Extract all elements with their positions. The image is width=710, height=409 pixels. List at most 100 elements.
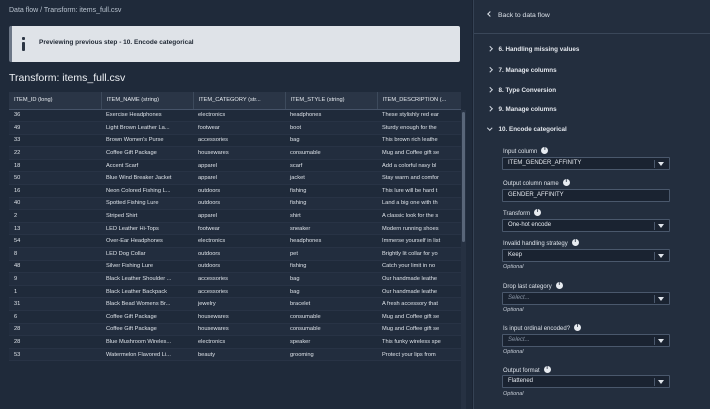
scrollbar-thumb[interactable]	[462, 112, 465, 242]
table-cell: 28	[9, 335, 101, 349]
table-cell: Our handmade leathe	[377, 285, 461, 299]
table-cell: Accent Scarf	[101, 159, 193, 173]
info-icon[interactable]	[571, 238, 579, 246]
table-cell: electronics	[193, 109, 285, 123]
info-icon[interactable]	[534, 208, 542, 216]
data-preview-table: ITEM_ID (long) ITEM_NAME (string) ITEM_CAT…	[9, 92, 461, 409]
table-cell: 54	[9, 234, 101, 249]
table-cell: Modern running shoes	[377, 222, 461, 236]
optional-hint: Optional	[503, 349, 524, 355]
table-cell: Mug and Coffee gift se	[377, 146, 461, 160]
caret-down-icon	[658, 224, 664, 228]
table-cell: bag	[285, 134, 377, 148]
column-header[interactable]: ITEM_STYLE (string)	[285, 92, 378, 110]
is-input-ordinal-select[interactable]: Select...	[502, 334, 670, 347]
table-cell: fishing	[285, 184, 377, 198]
table-row: 50 Blue Wind Breaker Jacket apparel jacket S…	[9, 171, 461, 186]
table-row: 40 Spotted Fishing Lure outdoors fishing Lan…	[9, 197, 461, 211]
output-format-select[interactable]: Flattened	[502, 375, 670, 388]
caret-down-icon	[658, 297, 664, 301]
caret-down-icon	[658, 254, 664, 258]
table-row: 28 Blue Mushroom Wireles... electronics spe…	[9, 335, 461, 349]
table-cell: LED Leather Hi-Tops	[101, 222, 193, 236]
step-7-manage-columns[interactable]: 7. Manage columns	[487, 66, 557, 74]
breadcrumb[interactable]: Data flow / Transform: items_full.csv	[9, 7, 121, 14]
table-cell: bag	[285, 285, 377, 299]
table-row: 2 Striped Shirt apparel shirt A classic look…	[9, 209, 461, 223]
table-row: 6 Coffee Gift Package housewares consumable…	[9, 310, 461, 324]
table-row: 54 Over-Ear Headphones electronics headphon…	[9, 234, 461, 249]
info-icon[interactable]	[543, 365, 551, 373]
column-header[interactable]: ITEM_DESCRIPTION (...	[377, 92, 461, 110]
table-cell: Sturdy enough for the	[377, 121, 461, 135]
table-cell: scarf	[285, 159, 377, 173]
invalid-handling-select[interactable]: Keep	[502, 249, 670, 262]
table-cell: 22	[9, 146, 101, 160]
table-cell: Exercise Headphones	[101, 109, 193, 123]
table-cell: headphones	[285, 234, 377, 249]
chevron-right-icon	[487, 86, 493, 92]
table-row: 53 Watermelon Flavored Li... beauty groomin…	[9, 348, 461, 362]
table-cell: 18	[9, 159, 101, 173]
table-cell: Light Brown Leather La...	[101, 121, 193, 135]
info-icon[interactable]	[562, 178, 570, 186]
table-row: 13 LED Leather Hi-Tops footwear sneaker Mode…	[9, 222, 461, 236]
table-cell: Watermelon Flavored Li...	[101, 348, 193, 362]
column-header[interactable]: ITEM_ID (long)	[9, 92, 102, 110]
step-9-manage-columns[interactable]: 9. Manage columns	[487, 105, 557, 113]
transform-select[interactable]: One-hot encode	[502, 219, 670, 232]
table-scrollbar[interactable]	[461, 110, 466, 409]
table-cell: LED Dog Collar	[101, 247, 193, 261]
table-cell: Neon Colored Fishing L...	[101, 184, 193, 198]
optional-hint: Optional	[503, 264, 524, 270]
table-cell: Silver Fishing Lure	[101, 260, 193, 274]
back-label: Back to data flow	[498, 12, 550, 19]
table-cell: Land a big one with th	[377, 197, 461, 211]
step-label: 6. Handling missing values	[498, 46, 580, 53]
column-header[interactable]: ITEM_CATEGORY (str...	[193, 92, 286, 110]
chevron-right-icon	[487, 66, 493, 72]
table-cell: Coffee Gift Package	[101, 323, 193, 337]
column-header[interactable]: ITEM_NAME (string)	[101, 92, 194, 110]
table-cell: 6	[9, 310, 101, 324]
input-column-select[interactable]: ITEM_GENDER_AFFINITY	[502, 157, 670, 170]
info-icon[interactable]	[541, 146, 549, 154]
table-cell: 16	[9, 184, 101, 198]
table-cell: footwear	[193, 121, 285, 135]
invalid-handling-label: Invalid handling strategy	[503, 238, 579, 247]
drop-last-category-label: Drop last category	[503, 281, 563, 290]
back-to-data-flow-link[interactable]: Back to data flow	[487, 11, 550, 19]
table-row: 8 LED Dog Collar outdoors pet Brightly lit c…	[9, 247, 461, 261]
caret-down-icon	[658, 162, 664, 166]
drop-last-category-select[interactable]: Select...	[502, 292, 670, 305]
caret-down-icon	[658, 339, 664, 343]
table-cell: Black Leather Shoulder ...	[101, 272, 193, 286]
table-row: 48 Silver Fishing Lure outdoors fishing Catc…	[9, 260, 461, 274]
table-header: ITEM_ID (long) ITEM_NAME (string) ITEM_CAT…	[9, 92, 461, 110]
table-row: 16 Neon Colored Fishing L... outdoors fishi…	[9, 184, 461, 198]
table-cell: fishing	[285, 260, 377, 274]
info-icon[interactable]	[555, 281, 563, 289]
table-cell: outdoors	[193, 247, 285, 261]
table-cell: Black Bead Womens Br...	[101, 297, 193, 311]
output-column-name-input[interactable]: GENDER_AFFINITY	[502, 189, 670, 202]
step-label: 8. Type Conversion	[498, 87, 557, 94]
step-8-type-conversion[interactable]: 8. Type Conversion	[487, 86, 557, 94]
table-cell: This lure will be hard t	[377, 184, 461, 198]
table-cell: 31	[9, 297, 101, 311]
step-6-handling-missing-values[interactable]: 6. Handling missing values	[487, 45, 580, 53]
info-icon	[22, 37, 25, 51]
table-row: 9 Black Leather Shoulder ... accessories ba…	[9, 272, 461, 286]
table-row: 22 Coffee Gift Package housewares consumabl…	[9, 146, 461, 160]
table-cell: These stylishly red ear	[377, 109, 461, 123]
table-cell: apparel	[193, 159, 285, 173]
table-cell: electronics	[193, 234, 285, 249]
table-cell: outdoors	[193, 184, 285, 198]
table-cell: 40	[9, 197, 101, 211]
table-cell: 33	[9, 134, 101, 148]
info-icon[interactable]	[574, 323, 582, 331]
step-10-encode-categorical[interactable]: 10. Encode categorical	[487, 124, 567, 133]
table-cell: sneaker	[285, 222, 377, 236]
table-cell: Over-Ear Headphones	[101, 234, 193, 249]
table-cell: accessories	[193, 272, 285, 286]
